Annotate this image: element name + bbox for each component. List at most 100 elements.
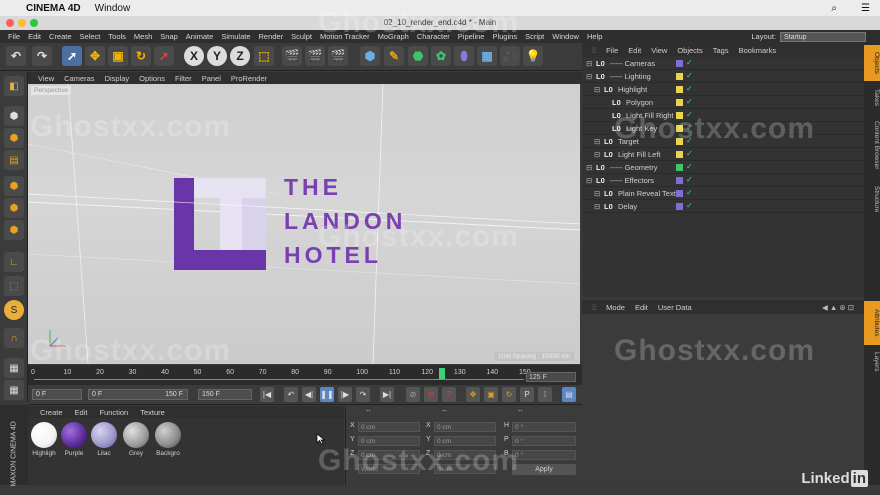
material-menu-texture[interactable]: Texture xyxy=(140,408,165,417)
app-name-menu[interactable]: CINEMA 4D xyxy=(26,3,81,14)
material-swatch[interactable]: Purple xyxy=(60,422,88,457)
solo-icon[interactable]: ▦ xyxy=(4,380,24,400)
bank-field[interactable]: 0 ° xyxy=(512,450,576,460)
material-menu-create[interactable]: Create xyxy=(40,408,63,417)
menu-tools[interactable]: Tools xyxy=(108,32,126,41)
menu-animate[interactable]: Animate xyxy=(186,32,214,41)
key-position-icon[interactable]: ✥ xyxy=(466,387,480,402)
subdivision-icon[interactable]: ⬣ xyxy=(408,46,428,66)
tab-objects[interactable]: Objects xyxy=(864,45,880,81)
menu-window[interactable]: Window xyxy=(552,32,579,41)
expand-toggle-icon[interactable]: ⊟ xyxy=(586,72,592,81)
attributes-menu-mode[interactable]: Mode xyxy=(606,303,625,312)
expand-toggle-icon[interactable]: ⊟ xyxy=(586,59,592,68)
enabled-check-icon[interactable]: ✓ xyxy=(686,201,693,210)
autokey-icon[interactable]: ⊙ xyxy=(424,387,438,402)
objects-menu-view[interactable]: View xyxy=(651,46,667,55)
z-axis-button[interactable]: Z xyxy=(230,46,250,66)
apply-button[interactable]: Apply xyxy=(512,464,576,475)
objects-menu-edit[interactable]: Edit xyxy=(628,46,641,55)
menu-select[interactable]: Select xyxy=(80,32,101,41)
attributes-menu-edit[interactable]: Edit xyxy=(635,303,648,312)
expand-toggle-icon[interactable]: ⊟ xyxy=(594,202,600,211)
pen-icon[interactable]: ✎ xyxy=(384,46,404,66)
start-frame-field[interactable]: 0 F xyxy=(32,389,82,400)
timeline-ruler[interactable]: 0 10 20 30 40 50 60 70 80 90 100 110 120 130 140 150 12… xyxy=(28,365,582,385)
enabled-check-icon[interactable]: ✓ xyxy=(686,97,693,106)
go-to-start-icon[interactable]: |◀ xyxy=(260,387,274,402)
key-rotation-icon[interactable]: ↻ xyxy=(502,387,516,402)
object-row[interactable]: ⊟ L0 Plain Reveal Text ✓ xyxy=(582,187,864,200)
object-row[interactable]: L0 Polygon ✓ xyxy=(582,96,864,109)
texture-mode-icon[interactable]: ⬢ xyxy=(4,128,24,148)
close-window-button[interactable] xyxy=(6,19,14,27)
enabled-check-icon[interactable]: ✓ xyxy=(686,188,693,197)
playhead[interactable] xyxy=(439,368,446,379)
enabled-check-icon[interactable]: ✓ xyxy=(686,175,693,184)
pause-icon[interactable]: ❚❚ xyxy=(320,387,334,402)
expand-toggle-icon[interactable]: ⊟ xyxy=(586,163,592,172)
material-menu-function[interactable]: Function xyxy=(99,408,128,417)
position-x-field[interactable]: 0 cm xyxy=(358,422,420,432)
menu-snap[interactable]: Snap xyxy=(160,32,178,41)
cloner-icon[interactable]: ✿ xyxy=(431,46,451,66)
timeline-window-icon[interactable]: ▤ xyxy=(562,387,576,402)
expand-toggle-icon[interactable]: ⊟ xyxy=(586,176,592,185)
live-select-icon[interactable]: ➚ xyxy=(154,46,174,66)
layer-color-swatch[interactable] xyxy=(676,164,683,171)
menu-sculpt[interactable]: Sculpt xyxy=(291,32,312,41)
tab-attributes[interactable]: Attributes xyxy=(864,301,880,345)
make-editable-icon[interactable]: ◧ xyxy=(4,76,24,96)
next-frame-icon[interactable]: |▶ xyxy=(338,387,352,402)
axis-mode-icon[interactable]: ∟ xyxy=(4,252,24,272)
deformer-icon[interactable]: ⬮ xyxy=(454,46,474,66)
key-scale-icon[interactable]: ▣ xyxy=(484,387,498,402)
model-mode-icon[interactable]: ⬢ xyxy=(4,106,24,126)
object-row[interactable]: ⊟ L0 Highlight ✓ xyxy=(582,83,864,96)
expand-toggle-icon[interactable]: ⊟ xyxy=(594,189,600,198)
y-axis-button[interactable]: Y xyxy=(207,46,227,66)
object-row[interactable]: ⊟ L0 ----- Cameras ✓ xyxy=(582,57,864,70)
menu-edit[interactable]: Edit xyxy=(28,32,41,41)
undo-icon[interactable]: ↶ xyxy=(6,46,26,66)
current-frame-field[interactable]: 125 F xyxy=(526,372,576,382)
tab-layers[interactable]: Layers xyxy=(864,347,880,377)
window-menu[interactable]: Window xyxy=(95,3,131,14)
viewport-menu-filter[interactable]: Filter xyxy=(175,74,192,83)
menu-create[interactable]: Create xyxy=(49,32,72,41)
viewport-menu-display[interactable]: Display xyxy=(105,74,130,83)
expand-toggle-icon[interactable]: ⊟ xyxy=(594,137,600,146)
record-keys-icon[interactable]: ⊘ xyxy=(406,387,420,402)
object-row[interactable]: ⊟ L0 ----- Geometry ✓ xyxy=(582,161,864,174)
enabled-check-icon[interactable]: ✓ xyxy=(686,71,693,80)
next-key-icon[interactable]: ↷ xyxy=(356,387,370,402)
enabled-check-icon[interactable]: ✓ xyxy=(686,84,693,93)
object-row[interactable]: ⊟ L0 ----- Effectors ✓ xyxy=(582,174,864,187)
edges-mode-icon[interactable]: ⬢ xyxy=(4,198,24,218)
search-icon[interactable]: ⌕ xyxy=(831,3,837,14)
pitch-field[interactable]: 0 ° xyxy=(512,436,576,446)
x-axis-button[interactable]: X xyxy=(184,46,204,66)
render-settings-icon[interactable]: 🎬 xyxy=(328,46,348,66)
size-x-field[interactable]: 0 cm xyxy=(434,422,496,432)
attributes-menu-user-data[interactable]: User Data xyxy=(658,303,692,312)
grid-lock-icon[interactable]: ▦ xyxy=(4,358,24,378)
points-mode-icon[interactable]: ⬢ xyxy=(4,176,24,196)
keyframe-selection-icon[interactable]: ? xyxy=(442,387,456,402)
layer-color-swatch[interactable] xyxy=(676,99,683,106)
camera-icon[interactable]: 🎥 xyxy=(500,46,520,66)
move-icon[interactable]: ✥ xyxy=(85,46,105,66)
expand-toggle-icon[interactable]: ⊟ xyxy=(594,85,600,94)
material-swatch[interactable]: Lilac xyxy=(90,422,118,457)
render-picture-viewer-icon[interactable]: 🎬 xyxy=(305,46,325,66)
layer-color-swatch[interactable] xyxy=(676,203,683,210)
coordinate-system-icon[interactable]: ⬚ xyxy=(254,46,274,66)
menu-mesh[interactable]: Mesh xyxy=(134,32,152,41)
polygons-mode-icon[interactable]: ⬢ xyxy=(4,220,24,240)
heading-field[interactable]: 0 ° xyxy=(512,422,576,432)
objects-menu-bookmarks[interactable]: Bookmarks xyxy=(739,46,777,55)
floor-icon[interactable]: ▦ xyxy=(477,46,497,66)
previous-frame-icon[interactable]: ◀| xyxy=(302,387,316,402)
viewport-menu-view[interactable]: View xyxy=(38,74,54,83)
attribute-nav-icons[interactable]: ◀ ▲ ⊛ ⊡ xyxy=(822,303,854,312)
